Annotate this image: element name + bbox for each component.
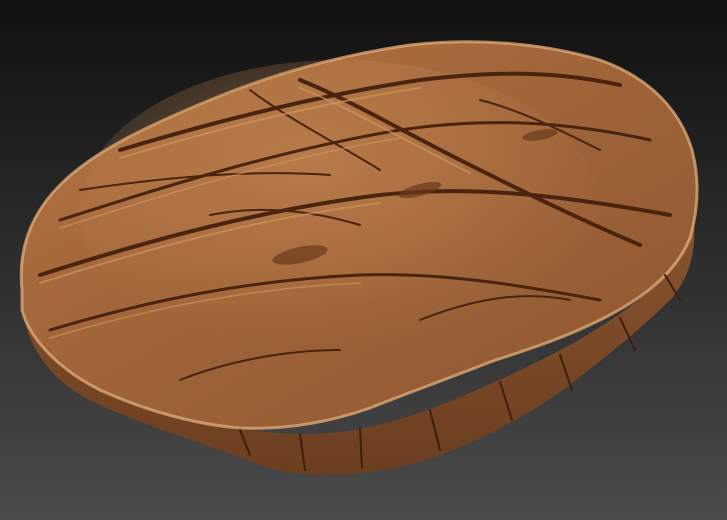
- scene-canvas: [0, 0, 727, 520]
- render-viewport: [0, 0, 727, 520]
